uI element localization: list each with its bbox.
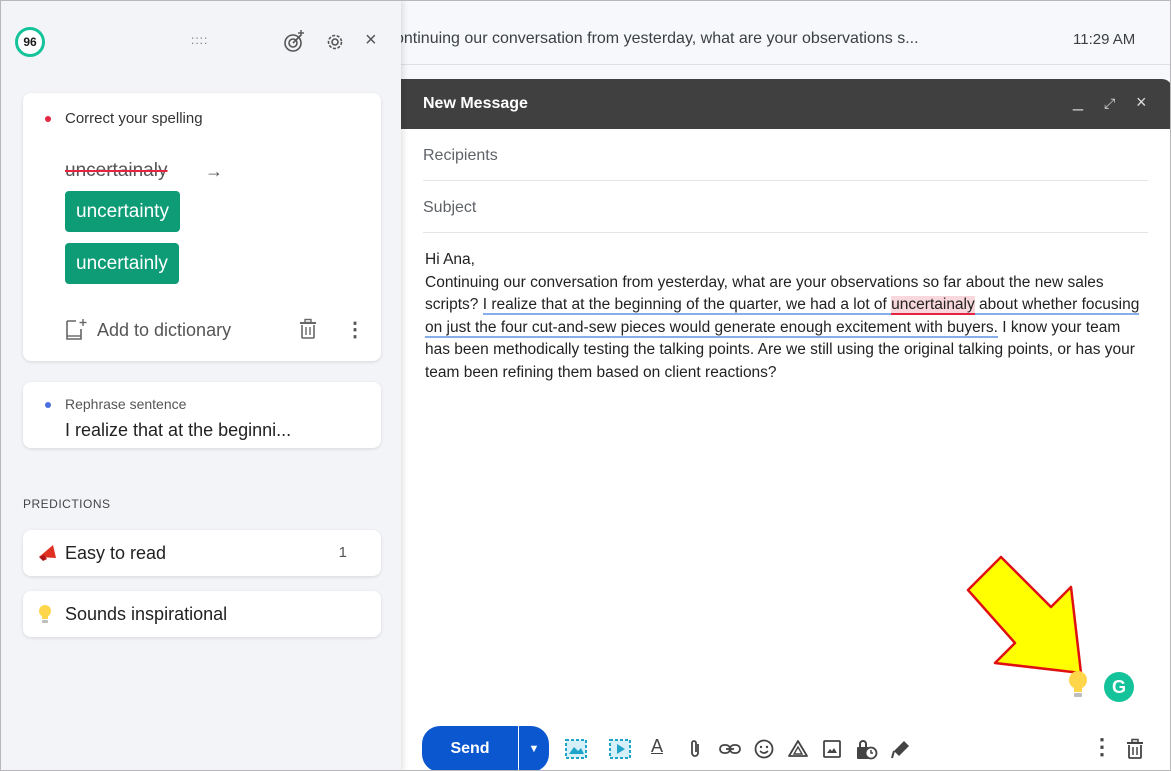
layouts-icon[interactable] [564,738,588,760]
trash-icon[interactable] [298,318,318,340]
add-to-dictionary-button[interactable]: Add to dictionary [97,320,231,341]
emoji-icon[interactable] [753,738,775,760]
link-icon[interactable] [718,738,742,760]
yellow-arrow-annotation [966,555,1083,675]
score-badge[interactable]: 96 [15,27,45,57]
subject-field[interactable]: Subject [423,181,1148,233]
discard-draft-icon[interactable] [1125,738,1145,760]
more-options-button[interactable]: ⋮ [1091,734,1113,760]
send-options-dropdown[interactable]: ▼ [519,726,549,770]
grammarly-panel: 96 :::: × Correct your spelling uncertai… [1,1,401,770]
panel-header: 96 :::: × [1,1,401,79]
clarity-dot [45,402,51,408]
rephrase-suggestion-card[interactable]: Rephrase sentence I realize that at the … [23,382,381,448]
templates-icon[interactable] [608,738,632,760]
insert-photo-icon[interactable] [821,738,843,760]
attach-icon[interactable] [686,738,704,760]
prediction-count: 1 [338,544,347,561]
spelling-error-highlight[interactable]: uncertainaly [891,296,975,315]
grammarly-badge[interactable]: G [1104,672,1134,702]
predictions-heading: PREDICTIONS [23,497,111,511]
prediction-sounds-inspirational[interactable]: Sounds inspirational [23,591,381,637]
compose-title: New Message [423,95,528,112]
lightbulb-icon[interactable] [1067,669,1089,699]
compose-header: New Message _ ⤢ × [401,79,1170,129]
fullscreen-button[interactable]: ⤢ [1104,95,1115,112]
close-compose-button[interactable]: × [1136,92,1147,113]
suggestion-uncertainty-button[interactable]: uncertainty [65,191,180,232]
prediction-label: Easy to read [65,543,167,563]
formatting-options-button[interactable]: A [651,736,663,757]
send-button[interactable]: Send [422,726,518,770]
rephrase-preview: I realize that at the beginni... [65,420,292,440]
card-title: Rephrase sentence [65,396,187,412]
message-body[interactable]: Hi Ana, Continuing our conversation from… [425,249,1140,384]
confidential-mode-icon[interactable] [854,738,878,762]
recipients-field[interactable]: Recipients [423,129,1148,181]
misspelled-word: uncertainaly [65,160,168,181]
gear-icon[interactable] [325,32,345,52]
megaphone-icon [39,545,56,561]
goals-target-icon[interactable] [283,29,307,53]
drag-handle[interactable]: :::: [191,33,208,47]
email-snippet: ontinuing our conversation from yesterda… [395,30,919,47]
minimize-button[interactable]: _ [1073,91,1083,112]
email-time: 11:29 AM [1073,31,1136,48]
arrow-right-icon: → [205,161,223,181]
highlight-text-a: I realize that at the beginning of the q… [482,296,892,313]
spelling-suggestion-card[interactable]: Correct your spelling uncertainaly → unc… [23,93,381,361]
lightbulb-icon [39,605,51,623]
google-drive-icon[interactable] [787,738,809,760]
signature-pen-icon[interactable] [890,738,912,760]
card-more-button[interactable]: ⋮ [345,317,365,342]
close-panel-button[interactable]: × [365,29,377,52]
suggestion-uncertainly-button[interactable]: uncertainly [65,243,179,284]
card-title: Correct your spelling [65,110,203,127]
prediction-easy-to-read[interactable]: Easy to read 1 [23,530,381,576]
screen: ontinuing our conversation from yesterda… [0,0,1171,771]
body-greeting: Hi Ana, [425,251,475,268]
row-divider [395,64,1170,65]
error-dot [45,116,51,122]
prediction-label: Sounds inspirational [65,604,228,624]
dictionary-add-icon[interactable] [65,318,87,342]
